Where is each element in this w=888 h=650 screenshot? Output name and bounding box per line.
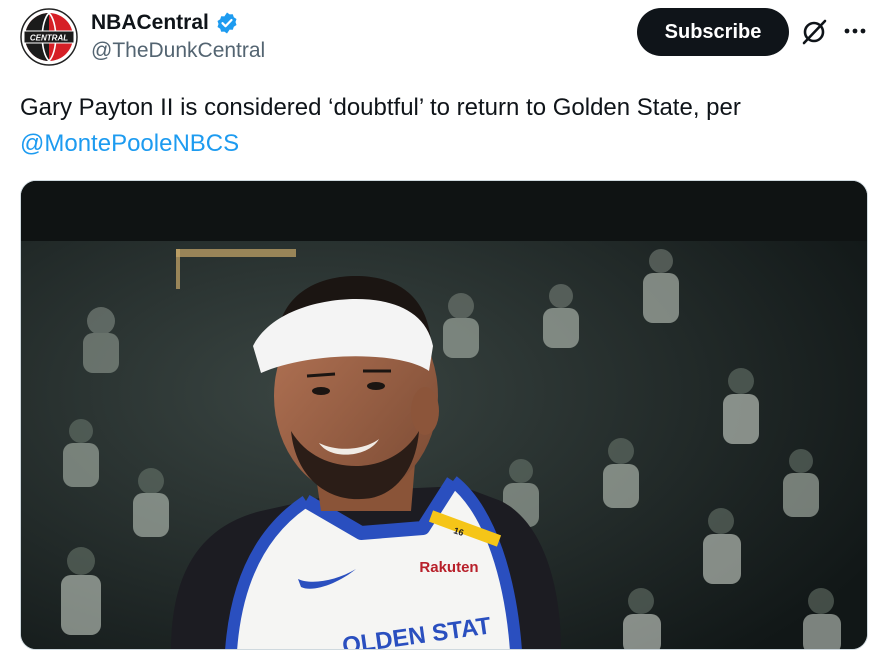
- nbacentral-logo: CENTRAL: [20, 8, 78, 66]
- tweet-media-photo[interactable]: 16 Rakuten OLDEN STAT: [20, 180, 868, 650]
- name-row: NBACentral: [91, 9, 265, 37]
- tweet-body: Gary Payton II is considered ‘doubtful’ …: [20, 94, 741, 121]
- subscribe-button[interactable]: Subscribe: [637, 8, 789, 56]
- avatar-text: CENTRAL: [30, 34, 68, 43]
- author-handle[interactable]: @TheDunkCentral: [91, 39, 265, 63]
- more-dots-icon[interactable]: [842, 16, 868, 46]
- author-block: NBACentral @TheDunkCentral: [91, 9, 265, 63]
- display-name[interactable]: NBACentral: [91, 11, 209, 35]
- tweet-text: Gary Payton II is considered ‘doubtful’ …: [20, 90, 870, 162]
- verified-badge-icon: [215, 11, 239, 35]
- player-photo: 16 Rakuten OLDEN STAT: [21, 181, 867, 649]
- jersey-sponsor: Rakuten: [419, 559, 478, 576]
- grok-icon[interactable]: [800, 16, 830, 46]
- mention-link[interactable]: @MontePooleNBCS: [20, 130, 239, 157]
- avatar[interactable]: CENTRAL: [20, 8, 78, 66]
